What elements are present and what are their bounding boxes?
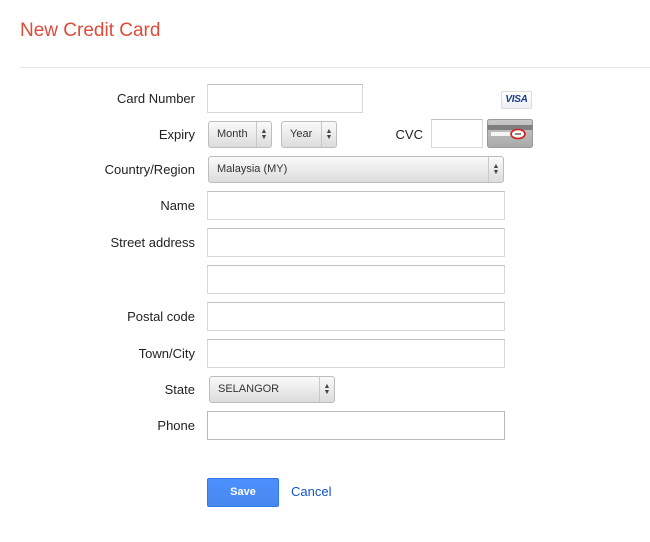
card-number-label: Card Number bbox=[116, 91, 195, 106]
expiry-year-value: Year bbox=[290, 128, 313, 140]
select-updown-arrows-icon: ▲ ▼ bbox=[256, 122, 271, 147]
country-value: Malaysia (MY) bbox=[217, 163, 288, 175]
street-address-label: Street address bbox=[110, 235, 195, 250]
page-title: New Credit Card bbox=[20, 20, 161, 41]
name-input[interactable] bbox=[207, 191, 505, 220]
card-back-cvc-icon bbox=[487, 119, 533, 148]
name-label: Name bbox=[160, 198, 195, 213]
town-city-label: Town/City bbox=[138, 346, 195, 361]
expiry-month-select[interactable]: Month ▲ ▼ bbox=[208, 121, 272, 148]
expiry-label: Expiry bbox=[158, 127, 195, 142]
postal-code-input[interactable] bbox=[207, 302, 505, 331]
street-address-line1-input[interactable] bbox=[207, 228, 505, 257]
select-updown-arrows-icon: ▲ ▼ bbox=[321, 122, 336, 147]
postal-code-label: Postal code bbox=[127, 309, 195, 324]
country-label: Country/Region bbox=[104, 162, 195, 177]
state-value: SELANGOR bbox=[218, 383, 280, 395]
title-divider bbox=[20, 67, 650, 68]
select-updown-arrows-icon: ▲ ▼ bbox=[319, 377, 334, 402]
street-address-line2-input[interactable] bbox=[207, 265, 505, 294]
card-number-input[interactable] bbox=[207, 84, 363, 113]
country-select[interactable]: Malaysia (MY) ▲ ▼ bbox=[208, 156, 504, 183]
state-select[interactable]: SELANGOR ▲ ▼ bbox=[209, 376, 335, 403]
save-button[interactable]: Save bbox=[207, 478, 279, 507]
expiry-month-value: Month bbox=[217, 128, 248, 140]
phone-label: Phone bbox=[157, 418, 195, 433]
cancel-link[interactable]: Cancel bbox=[291, 484, 331, 500]
town-city-input[interactable] bbox=[207, 339, 505, 368]
visa-logo-icon: VISA bbox=[501, 91, 532, 109]
cvc-label: CVC bbox=[395, 127, 423, 142]
state-label: State bbox=[164, 382, 195, 397]
cvc-input[interactable] bbox=[431, 119, 483, 148]
phone-input[interactable] bbox=[207, 411, 505, 440]
expiry-year-select[interactable]: Year ▲ ▼ bbox=[281, 121, 337, 148]
select-updown-arrows-icon: ▲ ▼ bbox=[488, 157, 503, 182]
